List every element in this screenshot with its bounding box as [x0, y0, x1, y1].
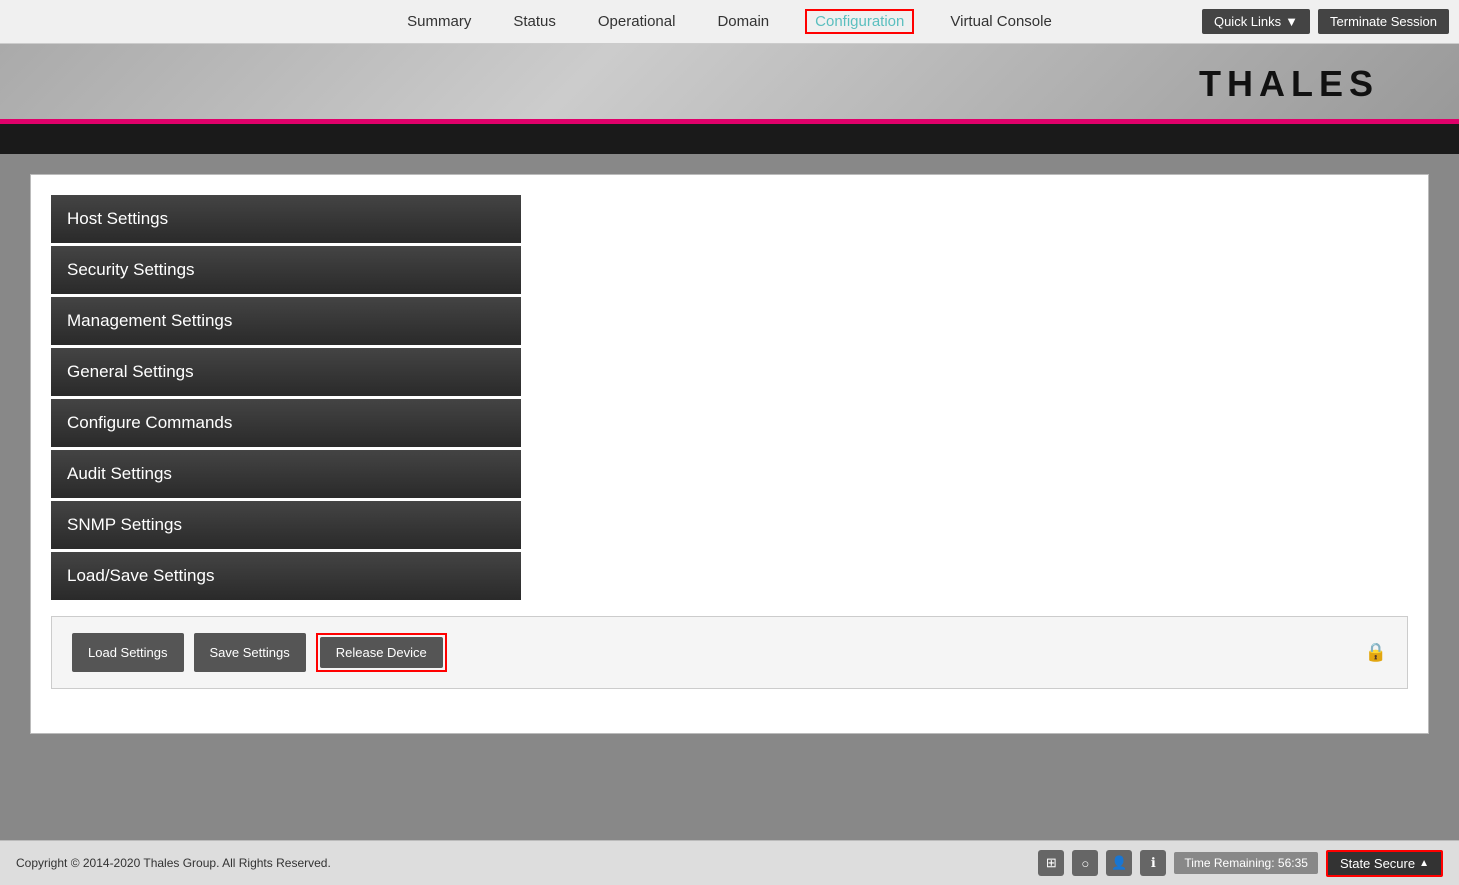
- footer: Copyright © 2014-2020 Thales Group. All …: [0, 840, 1459, 885]
- top-navigation: Summary Status Operational Domain Config…: [0, 0, 1459, 44]
- release-device-wrapper: Release Device: [316, 633, 447, 672]
- sidebar-menu: Host Settings Security Settings Manageme…: [51, 195, 521, 600]
- grid-icon[interactable]: ⊞: [1038, 850, 1064, 876]
- nav-links: Summary Status Operational Domain Config…: [401, 9, 1058, 34]
- circle-icon[interactable]: ○: [1072, 850, 1098, 876]
- thales-logo: THALES: [1199, 63, 1379, 105]
- info-icon[interactable]: ℹ: [1140, 850, 1166, 876]
- actions-left: Load Settings Save Settings Release Devi…: [72, 633, 447, 672]
- state-secure-button[interactable]: State Secure ▲: [1326, 850, 1443, 877]
- quick-links-label: Quick Links: [1214, 14, 1281, 29]
- nav-right-actions: Quick Links ▼ Terminate Session: [1202, 9, 1449, 34]
- load-settings-button[interactable]: Load Settings: [72, 633, 184, 672]
- chevron-down-icon: ▼: [1285, 14, 1298, 29]
- nav-configuration[interactable]: Configuration: [805, 9, 914, 34]
- header-banner: THALES: [0, 44, 1459, 124]
- menu-item-load-save-settings[interactable]: Load/Save Settings: [51, 552, 521, 600]
- main-card: Host Settings Security Settings Manageme…: [30, 174, 1429, 734]
- nav-status[interactable]: Status: [507, 9, 562, 34]
- nav-domain[interactable]: Domain: [711, 9, 775, 34]
- menu-item-management-settings[interactable]: Management Settings: [51, 297, 521, 345]
- state-secure-chevron-icon: ▲: [1419, 858, 1429, 869]
- nav-operational[interactable]: Operational: [592, 9, 682, 34]
- menu-item-configure-commands[interactable]: Configure Commands: [51, 399, 521, 447]
- menu-item-security-settings[interactable]: Security Settings: [51, 246, 521, 294]
- quick-links-button[interactable]: Quick Links ▼: [1202, 9, 1310, 34]
- menu-item-general-settings[interactable]: General Settings: [51, 348, 521, 396]
- nav-summary[interactable]: Summary: [401, 9, 477, 34]
- terminate-session-button[interactable]: Terminate Session: [1318, 9, 1449, 34]
- menu-item-host-settings[interactable]: Host Settings: [51, 195, 521, 243]
- person-icon[interactable]: 👤: [1106, 850, 1132, 876]
- lock-icon: 🔒: [1365, 642, 1387, 663]
- nav-virtual-console[interactable]: Virtual Console: [944, 9, 1057, 34]
- footer-right: ⊞ ○ 👤 ℹ Time Remaining: 56:35 State Secu…: [1038, 850, 1443, 877]
- actions-box: Load Settings Save Settings Release Devi…: [51, 616, 1408, 689]
- menu-item-snmp-settings[interactable]: SNMP Settings: [51, 501, 521, 549]
- release-device-button[interactable]: Release Device: [320, 637, 443, 668]
- black-bar: [0, 124, 1459, 154]
- copyright-text: Copyright © 2014-2020 Thales Group. All …: [16, 856, 331, 870]
- state-secure-label: State Secure: [1340, 856, 1415, 871]
- time-remaining: Time Remaining: 56:35: [1174, 852, 1318, 874]
- main-content-area: Host Settings Security Settings Manageme…: [0, 154, 1459, 840]
- save-settings-button[interactable]: Save Settings: [194, 633, 306, 672]
- menu-item-audit-settings[interactable]: Audit Settings: [51, 450, 521, 498]
